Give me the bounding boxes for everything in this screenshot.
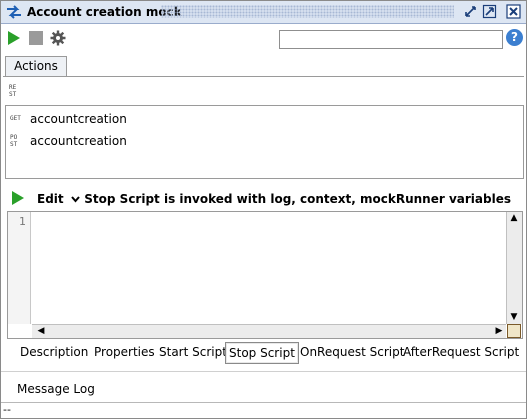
script-description: Stop Script is invoked with log, context… <box>84 192 511 206</box>
tab-start-script[interactable]: Start Script <box>156 342 230 362</box>
actions-list[interactable]: GET accountcreation PO ST accountcreation <box>5 105 524 179</box>
action-label: accountcreation <box>30 112 127 126</box>
scroll-right-icon[interactable]: ▶ <box>492 325 506 338</box>
chevron-down-icon <box>71 196 80 203</box>
message-log-panel[interactable]: Message Log <box>1 371 526 402</box>
search-input[interactable] <box>279 30 503 49</box>
toolbar: ? <box>1 24 526 52</box>
title-bar[interactable]: Account creation mock <box>1 1 526 24</box>
maximize-icon[interactable] <box>482 4 497 19</box>
tab-description[interactable]: Description <box>17 342 91 362</box>
zoom-icon[interactable] <box>507 324 521 338</box>
message-log-label: Message Log <box>17 382 95 396</box>
run-script-icon[interactable] <box>11 190 25 206</box>
close-icon[interactable] <box>506 4 521 19</box>
script-editor[interactable]: 1 ▲ ▼ ◀ ▶ <box>7 211 523 339</box>
tab-afterrequest-script[interactable]: AfterRequest Script <box>400 342 522 362</box>
line-number-gutter: 1 <box>8 212 31 324</box>
status-bar: -- <box>1 402 526 419</box>
tab-actions[interactable]: Actions <box>5 56 67 77</box>
edit-menu-button[interactable]: Edit <box>37 192 80 206</box>
restore-icon[interactable] <box>463 4 478 19</box>
help-icon[interactable]: ? <box>506 29 523 46</box>
title-bar-grip <box>161 5 454 18</box>
post-method-icon: PO ST <box>10 134 18 148</box>
script-toolbar: Edit Stop Script is invoked with log, co… <box>1 187 526 211</box>
action-label: accountcreation <box>30 134 127 148</box>
tab-onrequest-script[interactable]: OnRequest Script <box>297 342 407 362</box>
scroll-left-icon[interactable]: ◀ <box>34 325 48 338</box>
edit-label: Edit <box>37 192 64 206</box>
gear-icon[interactable] <box>50 30 66 46</box>
window-title: Account creation mock <box>27 5 182 19</box>
get-method-icon: GET <box>10 115 21 122</box>
line-number: 1 <box>19 215 26 228</box>
tab-strip-divider <box>3 76 524 77</box>
scroll-down-icon[interactable]: ▼ <box>507 311 521 324</box>
horizontal-scrollbar[interactable]: ◀ ▶ <box>32 324 506 338</box>
rest-icon: RE ST <box>9 84 17 98</box>
scroll-up-icon[interactable]: ▲ <box>507 212 521 225</box>
status-text: -- <box>3 403 11 416</box>
play-icon[interactable] <box>6 30 22 46</box>
tab-stop-script[interactable]: Stop Script <box>225 342 299 364</box>
mock-service-window: Account creation mock ? Actions RE ST GE… <box>0 0 527 419</box>
stop-icon[interactable] <box>28 30 44 46</box>
mock-service-icon <box>7 5 21 19</box>
tab-properties[interactable]: Properties <box>91 342 158 362</box>
script-tabs: Description Properties Start Script Stop… <box>1 341 526 365</box>
vertical-scrollbar[interactable]: ▲ ▼ <box>506 212 522 324</box>
